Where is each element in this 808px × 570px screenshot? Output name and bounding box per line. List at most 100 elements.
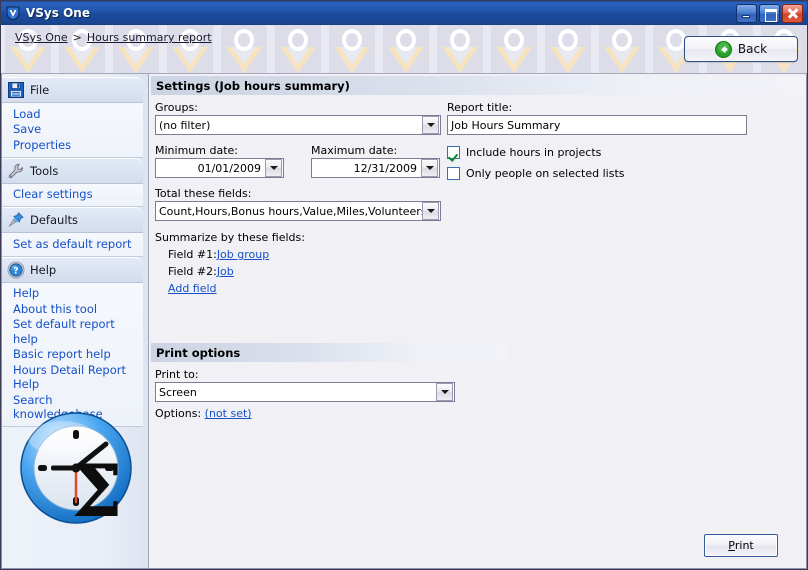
sidebar-link-set-default-report-help[interactable]: Set default report help bbox=[13, 317, 143, 347]
sidebar-link-save[interactable]: Save bbox=[13, 122, 143, 138]
sidebar-link-properties[interactable]: Properties bbox=[13, 137, 143, 153]
sidebar-section-file-links: Load Save Properties bbox=[2, 103, 143, 158]
chevron-down-icon[interactable] bbox=[421, 159, 438, 177]
print-to-label: Print to: bbox=[155, 368, 199, 381]
print-options-label: Options: bbox=[155, 407, 202, 420]
chevron-down-icon[interactable] bbox=[436, 383, 453, 401]
print-button[interactable]: Print bbox=[704, 534, 778, 557]
main-body: File Load Save Properties Tools Clear se… bbox=[1, 74, 807, 569]
settings-right-column: Report title: Job Hours Summary Include … bbox=[447, 101, 747, 188]
only-people-on-selected-lists-label: Only people on selected lists bbox=[466, 167, 625, 180]
title-bar: VSys One bbox=[1, 1, 807, 25]
maximum-date-label: Maximum date: bbox=[311, 144, 398, 157]
summarize-field-1-link[interactable]: Job group bbox=[217, 248, 269, 261]
date-range-row: Minimum date: 01/01/2009 Maximum date: 1… bbox=[155, 144, 445, 178]
banner-glyph bbox=[435, 25, 485, 73]
print-options-row: Options: (not set) bbox=[155, 407, 804, 420]
sidebar-section-help-label: Help bbox=[30, 262, 57, 277]
report-title-label: Report title: bbox=[447, 101, 513, 114]
banner-glyph bbox=[597, 25, 647, 73]
settings-checkbox-group: Include hours in projects Only people on… bbox=[447, 146, 747, 180]
report-title-value: Job Hours Summary bbox=[451, 118, 561, 132]
banner-glyph bbox=[273, 25, 323, 73]
print-to-dropdown[interactable]: Screen bbox=[155, 382, 455, 402]
banner-glyph bbox=[381, 25, 431, 73]
banner: VSys One > Hours summary report Back bbox=[1, 25, 807, 74]
sidebar-link-hours-detail-report-help[interactable]: Hours Detail Report Help bbox=[13, 362, 143, 392]
breadcrumb-item-home[interactable]: VSys One bbox=[15, 31, 68, 44]
sidebar-section-help-links: Help About this tool Set default report … bbox=[2, 282, 143, 427]
sidebar-section-file: File bbox=[2, 77, 143, 103]
svg-text:?: ? bbox=[13, 266, 18, 276]
sidebar-link-load[interactable]: Load bbox=[13, 106, 143, 122]
groups-dropdown[interactable]: (no filter) bbox=[155, 115, 441, 135]
svg-text:Σ: Σ bbox=[72, 448, 123, 532]
close-button[interactable] bbox=[782, 3, 803, 23]
sidebar-section-tools-links: Clear settings bbox=[2, 183, 143, 207]
print-options-section: Print options Print to: Screen Options: … bbox=[151, 343, 804, 420]
back-button-label: Back bbox=[737, 42, 768, 56]
sidebar-link-help[interactable]: Help bbox=[13, 286, 143, 302]
sidebar-section-defaults-label: Defaults bbox=[30, 213, 79, 227]
print-options-value-link[interactable]: (not set) bbox=[205, 407, 252, 420]
chevron-down-icon[interactable] bbox=[422, 202, 439, 220]
chevron-down-icon[interactable] bbox=[265, 159, 282, 177]
summarize-field-2-row: Field #2:Job bbox=[168, 265, 445, 278]
chevron-down-icon[interactable] bbox=[422, 116, 439, 134]
minimum-date-group: Minimum date: 01/01/2009 bbox=[155, 144, 284, 178]
maximize-button[interactable] bbox=[759, 3, 780, 23]
only-people-on-selected-lists-checkbox-row[interactable]: Only people on selected lists bbox=[447, 167, 747, 180]
sidebar-section-help: ? Help bbox=[2, 256, 143, 283]
sidebar-link-about-this-tool[interactable]: About this tool bbox=[13, 301, 143, 317]
content-area: Settings (Job hours summary) Groups: (no… bbox=[149, 74, 806, 568]
breadcrumb-item-current[interactable]: Hours summary report bbox=[87, 31, 212, 44]
only-people-on-selected-lists-checkbox[interactable] bbox=[447, 167, 460, 180]
clock-sigma-logo: Σ bbox=[18, 410, 140, 533]
banner-glyph bbox=[219, 25, 269, 73]
total-fields-dropdown[interactable]: Count,Hours,Bonus hours,Value,Miles,Volu… bbox=[155, 201, 441, 221]
report-title-input[interactable]: Job Hours Summary bbox=[447, 115, 747, 135]
settings-left-column: Groups: (no filter) Minimum date: 01/01/… bbox=[155, 101, 445, 295]
summarize-field-1-row: Field #1:Job group bbox=[168, 248, 445, 261]
summarize-field-1-prefix: Field #1: bbox=[168, 248, 217, 261]
print-button-accelerator: P bbox=[728, 539, 735, 552]
sidebar-section-defaults-links: Set as default report bbox=[2, 233, 143, 257]
sidebar-link-clear-settings[interactable]: Clear settings bbox=[13, 187, 143, 203]
maximum-date-field[interactable]: 12/31/2009 bbox=[311, 158, 440, 178]
banner-glyph bbox=[327, 25, 377, 73]
breadcrumb: VSys One > Hours summary report bbox=[15, 31, 212, 44]
include-hours-in-projects-label: Include hours in projects bbox=[466, 146, 602, 159]
sidebar-link-basic-report-help[interactable]: Basic report help bbox=[13, 347, 143, 363]
application-window: VSys One VSys One > Hours summary report B… bbox=[0, 0, 808, 570]
sidebar-section-defaults: Defaults bbox=[2, 207, 143, 233]
vsys-shield-icon bbox=[5, 5, 21, 21]
include-hours-in-projects-checkbox[interactable] bbox=[447, 146, 460, 159]
total-fields-value: Count,Hours,Bonus hours,Value,Miles,Volu… bbox=[159, 204, 422, 218]
sidebar-link-set-default-report[interactable]: Set as default report bbox=[13, 236, 143, 252]
breadcrumb-separator: > bbox=[72, 31, 82, 44]
print-options-title: Print options bbox=[156, 345, 241, 360]
sidebar: File Load Save Properties Tools Clear se… bbox=[2, 74, 149, 568]
maximum-date-value: 12/31/2009 bbox=[353, 161, 417, 175]
minimum-date-value: 01/01/2009 bbox=[197, 161, 261, 175]
maximum-date-group: Maximum date: 12/31/2009 bbox=[311, 144, 440, 178]
add-field-row: Add field bbox=[168, 282, 445, 295]
summarize-field-2-prefix: Field #2: bbox=[168, 265, 217, 278]
back-button[interactable]: Back bbox=[684, 36, 798, 62]
minimize-button[interactable] bbox=[736, 3, 757, 23]
minimum-date-field[interactable]: 01/01/2009 bbox=[155, 158, 284, 178]
window-controls bbox=[736, 3, 805, 23]
back-arrow-icon bbox=[714, 40, 732, 58]
include-hours-in-projects-checkbox-row[interactable]: Include hours in projects bbox=[447, 146, 747, 159]
window-title: VSys One bbox=[26, 6, 90, 20]
groups-label: Groups: bbox=[155, 101, 198, 114]
print-to-group: Print to: Screen Options: (not set) bbox=[151, 362, 804, 420]
settings-panel-header: Settings (Job hours summary) bbox=[151, 76, 806, 95]
add-field-link[interactable]: Add field bbox=[168, 282, 217, 295]
summarize-label: Summarize by these fields: bbox=[155, 231, 305, 244]
summarize-field-2-link[interactable]: Job bbox=[217, 265, 234, 278]
minimum-date-label: Minimum date: bbox=[155, 144, 238, 157]
print-options-header: Print options bbox=[151, 343, 509, 362]
total-fields-label: Total these fields: bbox=[155, 187, 252, 200]
sidebar-section-tools: Tools bbox=[2, 157, 143, 184]
